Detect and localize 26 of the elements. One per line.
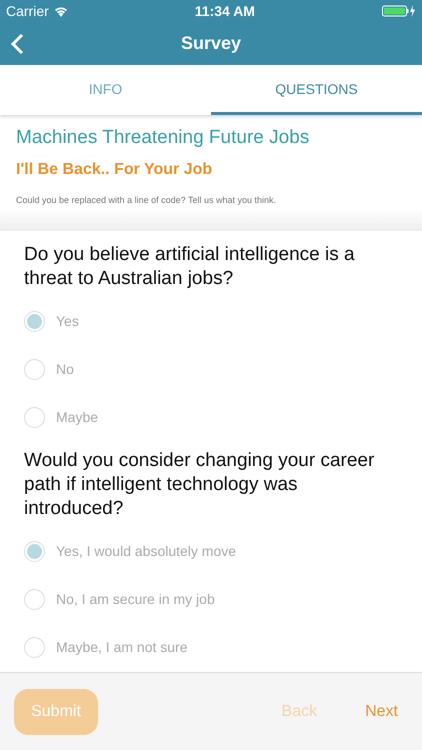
option-label[interactable]: No, I am secure in my job [56,591,215,607]
radio-button[interactable] [24,588,45,610]
survey-subtitle: I'll Be Back.. For Your Job [16,161,214,179]
option-label[interactable]: Maybe, I am not sure [56,639,188,655]
battery-icon [382,5,416,17]
nav-title: Survey [180,33,242,54]
tab[interactable]: QUESTIONS [211,65,422,115]
radio-button[interactable] [24,310,45,332]
question-text: Do you believe artificial intelligence is a threat to Australian jobs? [24,243,356,291]
survey-description: Could you be replaced with a line of code? Tell us what you think. [16,195,277,205]
clock-time: 11:34 AM [194,3,255,19]
option-label[interactable]: Yes, I would absolutely move [56,543,236,559]
question-text: Would you consider changing your career path if intelligent technology was introduced? [24,449,376,521]
next-button[interactable]: Next [365,702,398,720]
option-label[interactable]: Yes [56,313,79,329]
carrier-label: Carrier [6,3,49,19]
back-icon[interactable] [10,33,24,55]
radio-button[interactable] [24,406,45,428]
option-label[interactable]: No [56,361,74,377]
option-label[interactable]: Maybe [56,409,98,425]
radio-button[interactable] [24,540,45,562]
survey-title: Machines Threatening Future Jobs [16,127,310,149]
radio-button[interactable] [24,358,45,380]
wifi-icon [54,6,68,16]
tab[interactable]: INFO [0,65,211,115]
radio-button[interactable] [24,636,45,658]
